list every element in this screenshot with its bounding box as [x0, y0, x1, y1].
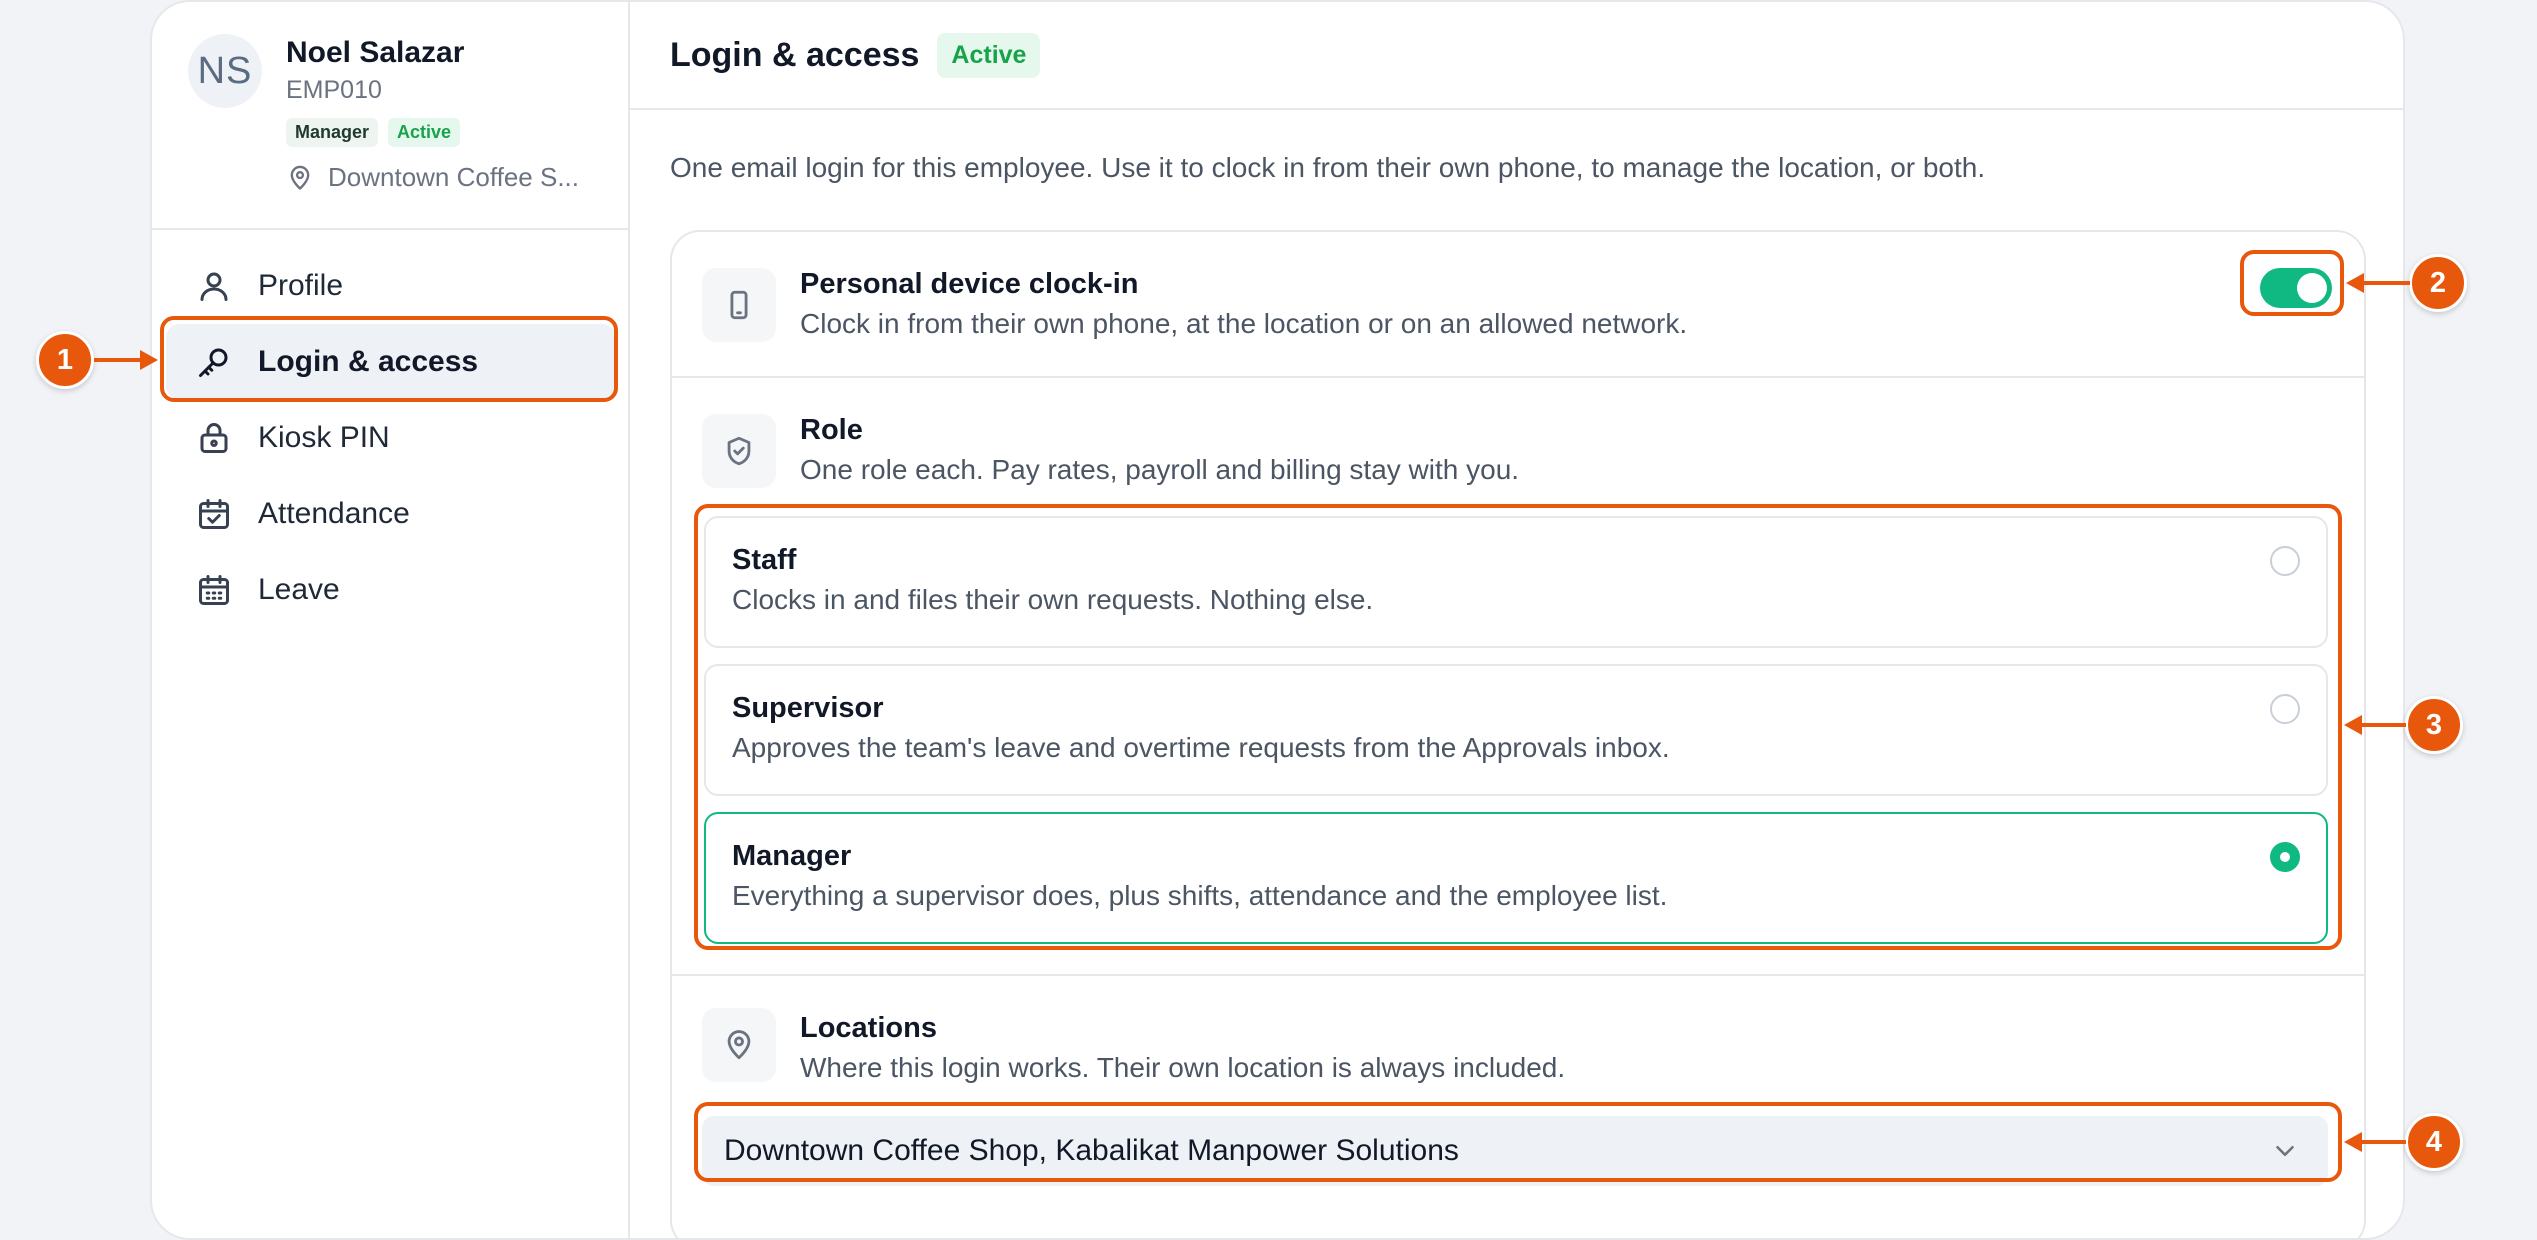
- employee-id: EMP010: [286, 76, 382, 104]
- section-divider: [672, 974, 2364, 976]
- annotation-arrow-3: [2360, 723, 2406, 727]
- annotation-marker-3: 3: [2405, 696, 2463, 754]
- device-clock-in-description: Clock in from their own phone, at the lo…: [800, 308, 1688, 339]
- annotation-arrow-4: [2360, 1140, 2406, 1144]
- locations-title: Locations: [800, 1012, 937, 1044]
- lock-icon: [200, 423, 228, 453]
- map-pin-icon: [290, 165, 310, 190]
- employee-name: Noel Salazar: [286, 36, 465, 69]
- device-clock-in-title: Personal device clock-in: [800, 268, 1139, 300]
- user-icon: [200, 272, 228, 301]
- sidebar-item-label: Profile: [258, 269, 344, 302]
- sidebar-item-kiosk-pin[interactable]: Kiosk PIN: [166, 400, 616, 476]
- sidebar: NS Noel Salazar EMP010 Manager Active Do…: [152, 2, 630, 1238]
- page-header: Login & access Active: [630, 2, 2403, 110]
- annotation-arrow-2: [2362, 281, 2410, 285]
- sidebar-item-label: Attendance: [258, 497, 410, 530]
- employee-location-text: Downtown Coffee S...: [328, 162, 579, 192]
- calendar-icon: [199, 575, 229, 605]
- calendar-check-icon: [199, 499, 229, 529]
- page-title: Login & access: [670, 35, 920, 74]
- employee-location: Downtown Coffee S...: [286, 162, 579, 193]
- sidebar-nav: Profile Login & access Kiosk PIN Attenda…: [166, 248, 616, 628]
- role-description: One role each. Pay rates, payroll and bi…: [800, 454, 1520, 485]
- shield-check-icon: [702, 414, 776, 488]
- highlight-login-access: [160, 316, 618, 402]
- highlight-device-toggle: [2240, 250, 2344, 316]
- annotation-marker-1: 1: [36, 331, 94, 389]
- avatar: NS: [188, 34, 262, 108]
- sidebar-divider: [152, 228, 628, 230]
- sidebar-item-label: Leave: [258, 573, 340, 606]
- annotation-arrowhead-1: [140, 350, 158, 370]
- section-divider: [672, 376, 2364, 378]
- role-title: Role: [800, 414, 863, 446]
- sidebar-item-label: Kiosk PIN: [258, 421, 390, 454]
- annotation-arrow-1: [94, 358, 142, 362]
- annotation-marker-2: 2: [2409, 254, 2467, 312]
- phone-icon: [702, 268, 776, 342]
- employee-badges: Manager Active: [286, 118, 461, 147]
- role-badge: Manager: [286, 118, 379, 147]
- status-badge: Active: [937, 32, 1041, 78]
- intro-text: One email login for this employee. Use i…: [670, 152, 1986, 183]
- active-badge: Active: [388, 118, 461, 147]
- location-pin-icon: [702, 1008, 776, 1082]
- highlight-locations-select: [694, 1102, 2342, 1182]
- sidebar-item-profile[interactable]: Profile: [166, 248, 616, 324]
- sidebar-item-leave[interactable]: Leave: [166, 552, 616, 628]
- sidebar-item-attendance[interactable]: Attendance: [166, 476, 616, 552]
- highlight-role-options: [694, 504, 2342, 950]
- locations-description: Where this login works. Their own locati…: [800, 1052, 1566, 1083]
- annotation-marker-4: 4: [2405, 1113, 2463, 1171]
